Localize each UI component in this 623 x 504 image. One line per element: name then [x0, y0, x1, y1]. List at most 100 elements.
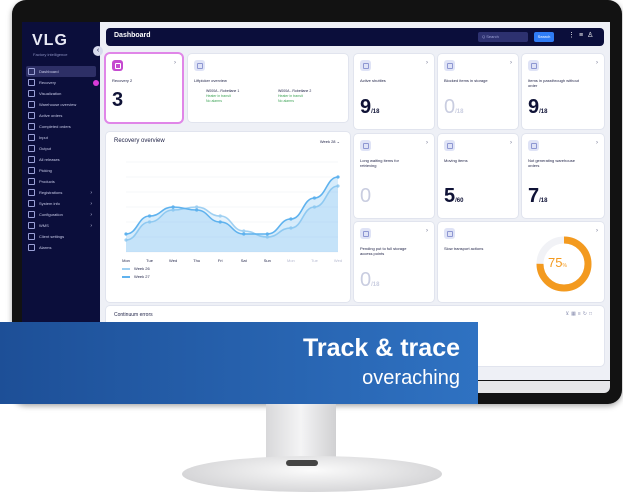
card-value: 9/18	[360, 96, 379, 119]
shuttle-icon	[360, 60, 371, 71]
x-tick-label: Wed	[169, 258, 177, 263]
legend-item: Week 26	[122, 266, 150, 271]
app-logo[interactable]: VLG	[32, 32, 68, 50]
data-point[interactable]	[218, 214, 222, 218]
sidebar-item-label: Products	[39, 179, 55, 184]
data-point[interactable]	[242, 229, 246, 233]
sidebar-item-label: Visualization	[39, 91, 62, 96]
banner-subtitle: overaching	[362, 367, 460, 389]
sidebar-item[interactable]: Client settings	[26, 231, 96, 242]
expand-icon[interactable]: □	[589, 311, 594, 317]
card-value-number: 9	[360, 96, 372, 118]
sidebar-item[interactable]: Registrations ›	[26, 187, 96, 198]
notification-icon[interactable]: ⋮	[568, 32, 579, 39]
data-point[interactable]	[218, 220, 222, 224]
not-generating-card[interactable]: › Not generating warehouse orders 7/18	[522, 134, 604, 218]
data-point[interactable]	[195, 208, 199, 212]
chevron-right-icon: ›	[510, 60, 512, 66]
data-point[interactable]	[265, 232, 269, 236]
chevron-right-icon: ›	[174, 60, 176, 66]
data-point[interactable]	[195, 205, 199, 209]
search-input[interactable]: Q Search	[478, 32, 528, 42]
visualization-icon	[28, 90, 35, 97]
top-bar: Dashboard Q Search Search ⋮≡♙	[106, 28, 604, 46]
passthrough-icon	[528, 60, 539, 71]
sidebar-item[interactable]: Dashboard	[26, 66, 96, 77]
table-toolbar: ⊻▦≡↻□	[565, 311, 594, 317]
data-point[interactable]	[242, 232, 246, 236]
pending-storage-card[interactable]: › Pending put to full storage access poi…	[354, 222, 434, 302]
blocked-items-card[interactable]: › Blocked items in storage 0/18	[438, 54, 518, 129]
sidebar-nav: Dashboard Recovery Visualization Warehouse …	[26, 66, 96, 253]
long-waiting-card[interactable]: › Long waiting items for retrieving 0	[354, 134, 434, 218]
data-point[interactable]	[124, 232, 128, 236]
sidebar-item[interactable]: System info ›	[26, 198, 96, 209]
card-value: 9/18	[528, 96, 547, 119]
legend-label: Week 26	[134, 266, 150, 271]
chevron-right-icon: ›	[596, 60, 598, 66]
sidebar-item[interactable]: Visualization	[26, 88, 96, 99]
search-button[interactable]: Search	[534, 32, 554, 42]
data-point[interactable]	[147, 214, 152, 218]
products-icon	[28, 178, 35, 185]
legend-swatch	[122, 267, 130, 270]
sidebar-item[interactable]: Picking	[26, 165, 96, 176]
monitor-stand-neck	[266, 404, 336, 462]
chevron-right-icon: ›	[90, 189, 92, 196]
data-point[interactable]	[336, 175, 340, 179]
picking-icon	[28, 167, 35, 174]
sidebar-item[interactable]: Active orders	[26, 110, 96, 121]
chevron-right-icon: ›	[90, 222, 92, 229]
chevron-right-icon: ›	[596, 228, 598, 234]
data-point[interactable]	[171, 205, 175, 209]
card-value: 0	[360, 185, 372, 207]
sidebar-item[interactable]: Warehouse overview	[26, 99, 96, 110]
sidebar-item[interactable]: Configuration ›	[26, 209, 96, 220]
card-value-denominator: /18	[539, 198, 548, 204]
status-line: No alarms	[278, 99, 294, 103]
sidebar-item[interactable]: Recovery	[26, 77, 96, 88]
sidebar-item[interactable]: Output	[26, 143, 96, 154]
active-shuttles-card[interactable]: › Active shuttles 9/18	[354, 54, 434, 129]
sidebar-item[interactable]: Input	[26, 132, 96, 143]
sidebar-item[interactable]: Products	[26, 176, 96, 187]
app-logo-subtitle: Factory intelligence	[33, 52, 68, 57]
user-icon[interactable]: ♙	[587, 32, 597, 39]
card-value: 3	[112, 89, 124, 111]
sidebar-item-label: Dashboard	[39, 69, 59, 74]
card-label: Recovery 2	[112, 78, 133, 83]
moving-items-card[interactable]: › Moving items 5/60	[438, 134, 518, 218]
passthrough-card[interactable]: › Items in passthrough without order 9/1…	[522, 54, 604, 129]
card-value-denominator: /18	[371, 282, 380, 288]
sidebar-collapse-button[interactable]: ‹	[93, 46, 103, 56]
card-value-number: 9	[528, 96, 540, 118]
output-icon	[28, 145, 35, 152]
sidebar-item-label: Output	[39, 146, 52, 151]
alarm-icon	[28, 244, 35, 251]
settings-icon	[28, 233, 35, 240]
sidebar-item-label: System info	[39, 201, 60, 206]
clock-icon	[360, 140, 371, 151]
grid-icon[interactable]: ▦	[571, 311, 578, 317]
liftpicker-col-1: W000A - Robetlane 1 Heater in transit No…	[206, 89, 239, 104]
card-value: 5/60	[444, 185, 463, 208]
sidebar-item[interactable]: WMS ›	[26, 220, 96, 231]
data-point[interactable]	[312, 196, 317, 200]
page-title: Dashboard	[114, 32, 151, 39]
recovery-card[interactable]: › Recovery 2 3	[106, 54, 182, 122]
sidebar-item[interactable]: Completed orders	[26, 121, 96, 132]
sidebar-item-label: Registrations	[39, 190, 63, 195]
sidebar-item-label: WMS	[39, 223, 49, 228]
card-label: Not generating warehouse orders	[528, 158, 575, 168]
liftpicker-card[interactable]: Liftpicker overview W000A - Robetlane 1 …	[188, 54, 348, 122]
orders-icon	[28, 112, 35, 119]
data-point[interactable]	[289, 217, 293, 221]
slow-transport-card[interactable]: › Slow transport actions 75%	[438, 222, 604, 302]
card-label: Items in passthrough without order	[528, 78, 579, 88]
storage-icon	[360, 228, 371, 239]
sidebar-item[interactable]: Alarms	[26, 242, 96, 253]
sidebar-item[interactable]: All releases	[26, 154, 96, 165]
recovery-overview-card: Recovery overview Week 28 ⌄ Mon Tue Wed Thu…	[106, 132, 350, 302]
topbar-icons: ⋮≡♙	[568, 31, 597, 39]
menu-icon[interactable]: ≡	[579, 32, 587, 39]
